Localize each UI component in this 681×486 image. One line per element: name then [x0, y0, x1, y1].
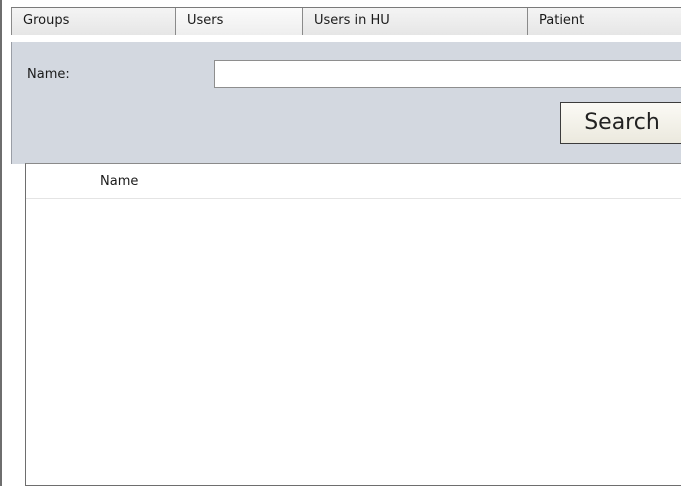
name-label: Name: [27, 67, 70, 82]
search-button[interactable]: Search [560, 102, 681, 144]
tab-users-in-hu[interactable]: Users in HU [302, 8, 527, 35]
column-header-name[interactable]: Name [100, 164, 138, 200]
results-list[interactable]: Name [25, 163, 681, 486]
tab-groups[interactable]: Groups [11, 8, 175, 35]
list-header: Name [26, 164, 681, 199]
users-window: Groups Users Users in HU Patient Name: S… [0, 0, 681, 486]
tab-bar: Groups Users Users in HU Patient [11, 7, 681, 42]
name-input[interactable] [214, 60, 681, 88]
tab-patient[interactable]: Patient [527, 8, 681, 35]
tab-users[interactable]: Users [175, 8, 302, 35]
